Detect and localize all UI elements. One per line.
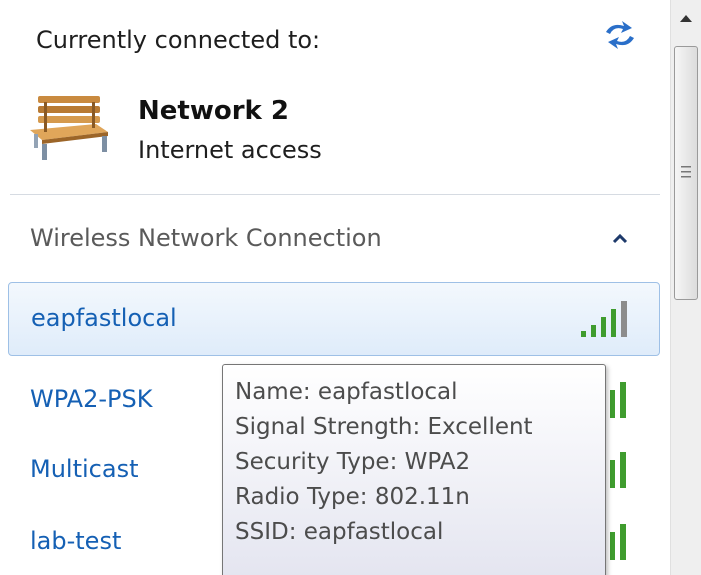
tooltip-name: Name: eapfastlocal	[235, 379, 458, 405]
scrollbar-thumb[interactable]	[674, 46, 698, 300]
network-item-label: eapfastlocal	[31, 304, 177, 332]
scroll-up-arrow-icon[interactable]	[671, 0, 701, 40]
network-item-label: lab-test	[30, 527, 122, 555]
network-item-label: Multicast	[30, 455, 139, 483]
network-item-eapfastlocal[interactable]: eapfastlocal	[8, 282, 660, 356]
tooltip-security-type: Security Type: WPA2	[235, 449, 471, 475]
network-status: Internet access	[138, 136, 322, 164]
network-item-label: WPA2-PSK	[30, 385, 153, 413]
wireless-section-label: Wireless Network Connection	[30, 224, 382, 252]
tooltip-ssid: SSID: eapfastlocal	[235, 519, 444, 545]
refresh-icon[interactable]	[602, 18, 638, 52]
grip-icon	[681, 166, 691, 178]
network-name: Network 2	[138, 96, 289, 126]
tooltip-radio-type: Radio Type: 802.11n	[235, 484, 470, 510]
bench-icon	[30, 96, 108, 160]
section-divider	[10, 194, 660, 195]
currently-connected-label: Currently connected to:	[36, 26, 321, 54]
vertical-scrollbar[interactable]	[670, 0, 701, 575]
signal-strength-icon	[581, 301, 627, 337]
chevron-up-icon[interactable]	[608, 226, 632, 250]
network-flyout-panel: Currently connected to: Network 2 Intern…	[0, 0, 670, 575]
tooltip-signal-strength: Signal Strength: Excellent	[235, 414, 533, 440]
network-details-tooltip: Name: eapfastlocal Signal Strength: Exce…	[222, 364, 606, 575]
